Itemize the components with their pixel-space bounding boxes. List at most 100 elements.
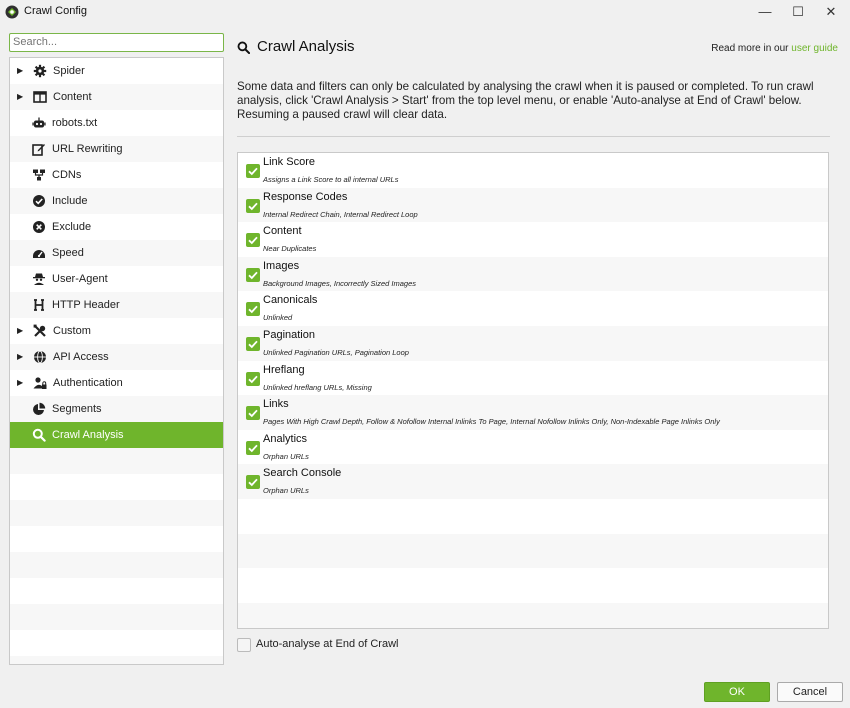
option-title: Link Score [263, 156, 315, 168]
sidebar-item-label: User-Agent [52, 273, 108, 285]
sidebar-item-custom[interactable]: ▶ Custom [10, 318, 223, 344]
sidebar-item-label: HTTP Header [52, 299, 120, 311]
sidebar-item-spider[interactable]: ▶ Spider [10, 58, 223, 84]
expand-arrow-icon[interactable]: ▶ [17, 370, 23, 396]
sidebar-item-label: CDNs [52, 169, 82, 181]
search-icon [237, 41, 251, 55]
sidebar-item-label: Custom [53, 325, 91, 337]
user-guide-link[interactable]: user guide [791, 43, 838, 54]
option-checkbox[interactable] [246, 406, 260, 421]
option-hreflang: Hreflang Unlinked hreflang URLs, Missing [238, 361, 828, 396]
sidebar-item-content[interactable]: ▶ Content [10, 84, 223, 110]
user-secret-icon [32, 272, 46, 286]
empty-row [10, 448, 223, 474]
expand-arrow-icon[interactable]: ▶ [17, 344, 23, 370]
option-response-codes: Response Codes Internal Redirect Chain, I… [238, 187, 828, 223]
sidebar-item-label: Segments [52, 403, 102, 415]
header-icon [32, 298, 46, 312]
sidebar-item-label: Crawl Analysis [52, 429, 124, 441]
option-subtitle: Pages With High Crawl Depth, Follow & No… [263, 417, 720, 427]
option-title: Search Console [263, 467, 342, 480]
option-title: Content [263, 225, 302, 238]
empty-row [10, 474, 223, 500]
window-title: Crawl Config [24, 5, 87, 17]
search-icon [32, 428, 46, 442]
empty-row [10, 656, 223, 664]
sidebar-item-include[interactable]: Include [10, 188, 223, 214]
expand-arrow-icon[interactable]: ▶ [17, 84, 23, 110]
option-checkbox[interactable] [246, 302, 260, 317]
edit-icon [32, 142, 46, 156]
option-checkbox[interactable] [246, 164, 260, 178]
option-checkbox[interactable] [246, 233, 260, 248]
option-checkbox[interactable] [246, 198, 260, 213]
option-search-console: Search Console Orphan URLs [238, 464, 828, 499]
empty-row [238, 568, 828, 603]
times-circle-icon [32, 220, 46, 234]
sitemap-icon [32, 168, 46, 182]
option-subtitle: Background Images, Incorrectly Sized Ima… [263, 278, 416, 288]
option-title: Links [263, 398, 289, 411]
option-checkbox[interactable] [246, 336, 260, 351]
option-analytics: Analytics Orphan URLs [238, 430, 828, 465]
sidebar-item-segments[interactable]: Segments [10, 396, 223, 422]
expand-arrow-icon[interactable]: ▶ [17, 58, 23, 84]
analysis-options-list: Link Score Assigns a Link Score to all in… [237, 152, 829, 629]
option-title: Canonicals [263, 294, 318, 307]
empty-row [10, 552, 223, 578]
option-checkbox[interactable] [246, 475, 260, 490]
sidebar-item-label: robots.txt [52, 117, 98, 129]
description-text: Some data and filters can only be calcul… [237, 80, 814, 121]
expand-arrow-icon[interactable]: ▶ [17, 318, 23, 344]
search-input[interactable] [9, 33, 224, 52]
sidebar-item-url-rewriting[interactable]: URL Rewriting [10, 136, 223, 162]
tools-icon [33, 324, 47, 338]
sidebar-item-user-agent[interactable]: User-Agent [10, 266, 223, 292]
option-title: Response Codes [263, 190, 348, 203]
check-circle-icon [32, 194, 46, 208]
option-checkbox[interactable] [246, 440, 260, 455]
content-icon [33, 90, 47, 104]
option-subtitle: Unlinked hreflang URLs, Missing [263, 382, 372, 392]
user-lock-icon [33, 376, 47, 390]
close-button[interactable]: ✕ [808, 0, 850, 24]
ok-button[interactable]: OK [704, 682, 770, 702]
pie-chart-icon [32, 402, 46, 416]
sidebar-item-speed[interactable]: Speed [10, 240, 223, 266]
auto-analyse-checkbox[interactable] [237, 638, 251, 652]
sidebar-item-label: URL Rewriting [52, 143, 123, 155]
empty-row [238, 499, 828, 534]
option-checkbox[interactable] [246, 371, 260, 386]
option-checkbox[interactable] [246, 267, 260, 282]
gear-icon [33, 64, 47, 78]
read-more-prefix: Read more in our [711, 43, 792, 54]
sidebar-item-label: Exclude [52, 221, 92, 233]
option-title: Analytics [263, 432, 308, 445]
sidebar-item-label: Content [53, 91, 92, 103]
sidebar-item-cdns[interactable]: CDNs [10, 162, 223, 188]
sidebar-item-robots-txt[interactable]: robots.txt [10, 110, 223, 136]
option-subtitle: Near Duplicates [263, 244, 317, 254]
sidebar-item-crawl-analysis[interactable]: Crawl Analysis [10, 422, 223, 448]
option-subtitle: Internal Redirect Chain, Internal Redire… [263, 209, 418, 219]
sidebar-item-authentication[interactable]: ▶ Authentication [10, 370, 223, 396]
speedometer-icon [32, 246, 46, 260]
sidebar-item-label: Spider [53, 65, 85, 77]
option-subtitle: Unlinked [263, 313, 293, 323]
option-links: Links Pages With High Crawl Depth, Follow… [238, 395, 828, 430]
sidebar-item-label: Speed [52, 247, 84, 259]
sidebar-item-http-header[interactable]: HTTP Header [10, 292, 223, 318]
cancel-button[interactable]: Cancel [777, 682, 843, 702]
sidebar-item-exclude[interactable]: Exclude [10, 214, 223, 240]
sidebar-item-label: API Access [53, 351, 109, 363]
option-subtitle: Orphan URLs [263, 451, 309, 461]
divider [237, 136, 830, 137]
empty-row [10, 500, 223, 526]
sidebar-item-api-access[interactable]: ▶ API Access [10, 344, 223, 370]
read-more-text: Read more in our user guide [711, 43, 838, 54]
page-title: Crawl Analysis [257, 38, 355, 55]
empty-row [10, 526, 223, 552]
option-title: Hreflang [263, 363, 305, 376]
option-content: Content Near Duplicates [238, 222, 828, 257]
title-bar: Crawl Config — ☐ ✕ [0, 0, 850, 24]
